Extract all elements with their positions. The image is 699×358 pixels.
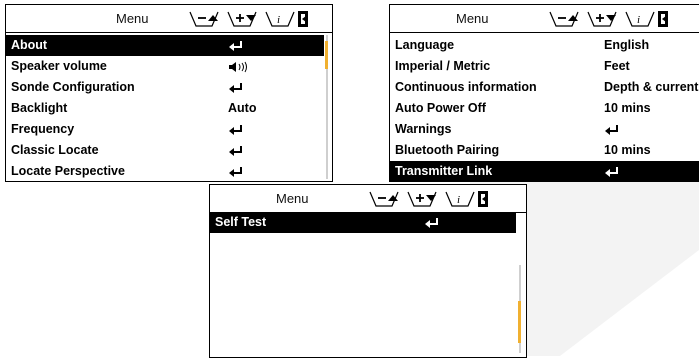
- menu-item-speaker-volume[interactable]: Speaker volume: [6, 56, 324, 77]
- menu-item-backlight[interactable]: Backlight Auto: [6, 98, 324, 119]
- menu-item-label: Warnings: [395, 122, 452, 136]
- menu-screen-2: Menu i Language English Imperial / Metri…: [389, 4, 699, 182]
- menu-header: Menu i: [390, 5, 699, 33]
- menu-item-value: English: [604, 38, 650, 52]
- menu-header: Menu i: [210, 185, 526, 213]
- menu-item-label: Transmitter Link: [395, 164, 493, 178]
- menu-screen-1: Menu i About Speaker volume Sonde Config…: [5, 4, 333, 182]
- menu-item-label: Bluetooth Pairing: [395, 143, 500, 157]
- menu-item-label: Locate Perspective: [11, 164, 125, 178]
- menu-screen-3: Menu i Self Test: [209, 184, 527, 358]
- svg-text:i: i: [637, 14, 640, 26]
- header-icon-bar: i: [188, 9, 332, 34]
- menu-item-locate-perspective[interactable]: Locate Perspective: [6, 161, 324, 181]
- menu-item-auto-power-off[interactable]: Auto Power Off 10 mins: [390, 98, 699, 119]
- menu-item-value: 10 mins: [604, 143, 651, 157]
- menu-title: Menu: [116, 11, 149, 26]
- minus-up-icon[interactable]: [549, 11, 579, 27]
- menu-item-label: Backlight: [11, 101, 68, 115]
- scrollbar-thumb[interactable]: [325, 41, 328, 69]
- enter-icon: [604, 164, 620, 178]
- menu-item-about[interactable]: About: [6, 35, 324, 56]
- menu-item-frequency[interactable]: Frequency: [6, 119, 324, 140]
- enter-icon: [228, 164, 244, 178]
- menu-item-label: About: [11, 38, 48, 52]
- enter-icon: [228, 143, 244, 157]
- svg-text:i: i: [457, 194, 460, 206]
- svg-text:i: i: [277, 14, 280, 26]
- plus-down-icon[interactable]: [587, 11, 617, 27]
- menu-item-value: Depth & current: [604, 80, 699, 94]
- info-icon[interactable]: i: [625, 11, 655, 27]
- menu-item-continuous-information[interactable]: Continuous information Depth & current: [390, 77, 699, 98]
- menu-item-bluetooth-pairing[interactable]: Bluetooth Pairing 10 mins: [390, 140, 699, 161]
- menu-item-value: Feet: [604, 59, 630, 73]
- header-icon-bar: i: [368, 189, 516, 214]
- exit-icon[interactable]: [478, 191, 488, 207]
- menu-item-label: Sonde Configuration: [11, 80, 135, 94]
- exit-icon[interactable]: [298, 11, 308, 27]
- enter-icon: [604, 122, 620, 136]
- info-icon[interactable]: i: [445, 191, 475, 207]
- menu-item-label: Classic Locate: [11, 143, 99, 157]
- enter-icon: [228, 38, 244, 52]
- menu-item-value: 10 mins: [604, 101, 651, 115]
- menu-item-sonde-configuration[interactable]: Sonde Configuration: [6, 77, 324, 98]
- exit-icon[interactable]: [658, 11, 668, 27]
- menu-header: Menu i: [6, 5, 332, 33]
- menu-item-label: Language: [395, 38, 455, 52]
- menu-title: Menu: [276, 191, 309, 206]
- menu-item-imperial-metric[interactable]: Imperial / Metric Feet: [390, 56, 699, 77]
- menu-item-label: Frequency: [11, 122, 75, 136]
- menu-item-language[interactable]: Language English: [390, 35, 699, 56]
- menu-item-label: Speaker volume: [11, 59, 107, 73]
- enter-icon: [228, 122, 244, 136]
- info-icon[interactable]: i: [265, 11, 295, 27]
- menu-item-self-test[interactable]: Self Test: [210, 212, 516, 233]
- plus-down-icon[interactable]: [407, 191, 437, 207]
- minus-up-icon[interactable]: [369, 191, 399, 207]
- menu-item-label: Continuous information: [395, 80, 537, 94]
- header-icon-bar: i: [548, 9, 696, 34]
- menu-item-label: Imperial / Metric: [395, 59, 491, 73]
- speaker-icon: [228, 59, 248, 73]
- menu-item-label: Self Test: [215, 215, 267, 229]
- enter-icon: [424, 215, 440, 229]
- menu-item-label: Auto Power Off: [395, 101, 486, 115]
- minus-up-icon[interactable]: [189, 11, 219, 27]
- enter-icon: [228, 80, 244, 94]
- menu-title: Menu: [456, 11, 489, 26]
- menu-item-value: Auto: [228, 101, 257, 115]
- menu-item-classic-locate[interactable]: Classic Locate: [6, 140, 324, 161]
- menu-item-warnings[interactable]: Warnings: [390, 119, 699, 140]
- plus-down-icon[interactable]: [227, 11, 257, 27]
- menu-item-transmitter-link[interactable]: Transmitter Link: [390, 161, 699, 181]
- scrollbar-thumb[interactable]: [518, 301, 521, 343]
